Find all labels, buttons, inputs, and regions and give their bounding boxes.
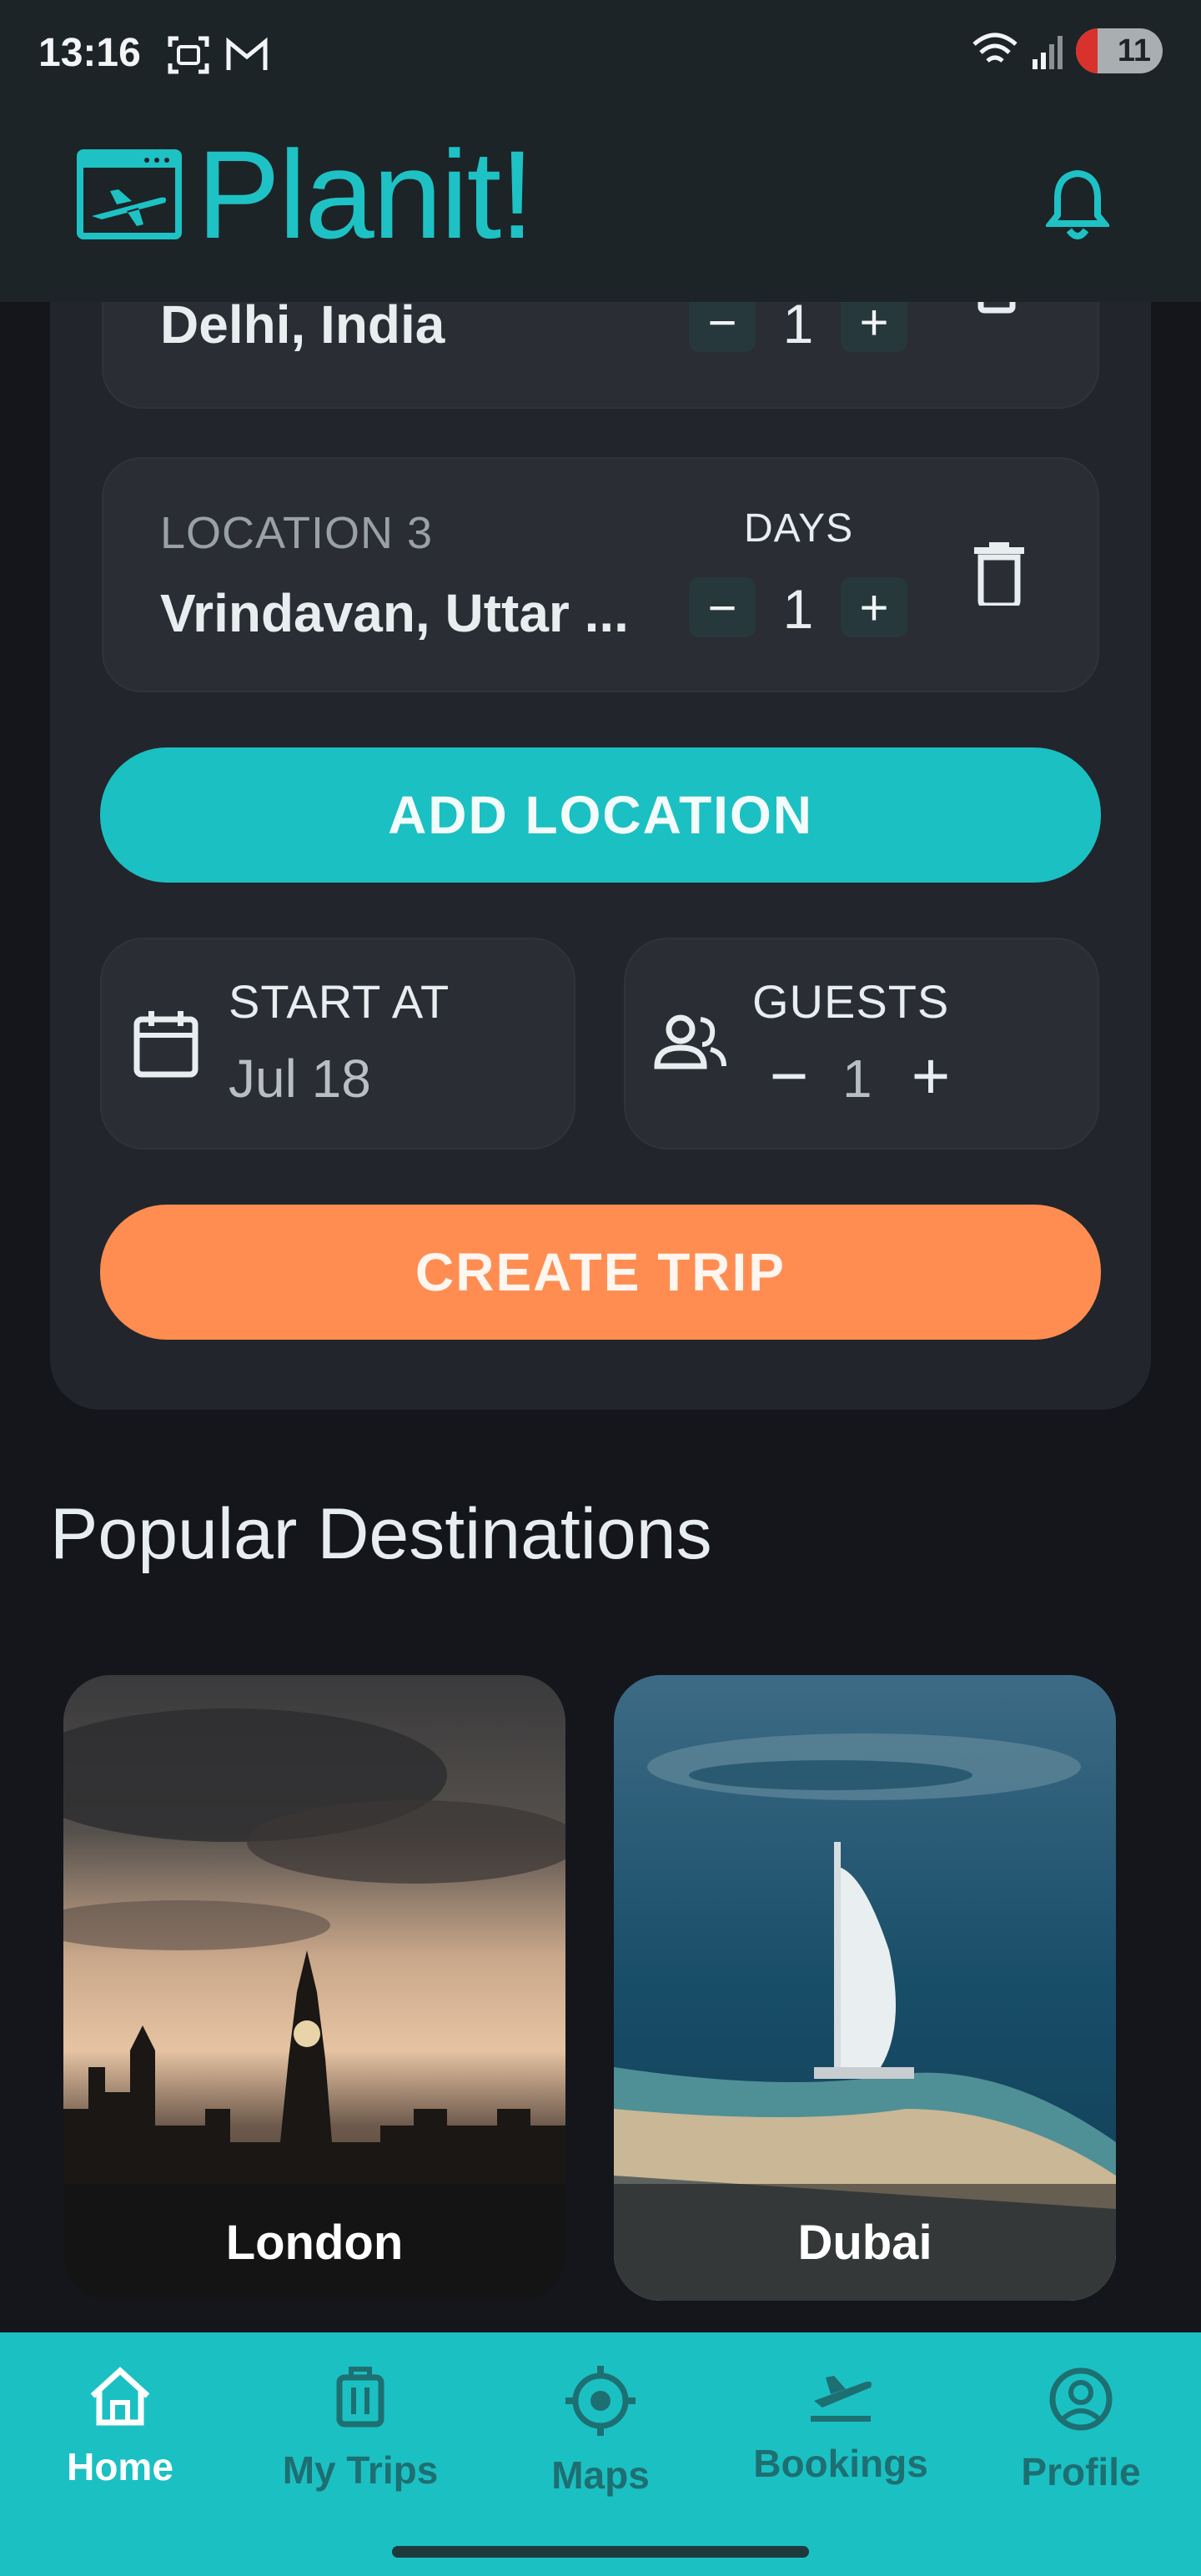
location-3-days-decrement-button[interactable]: − [689,577,756,637]
app-title: Planit! [197,124,535,264]
nav-label: Home [67,2445,173,2488]
destination-name: Dubai [614,2184,1116,2301]
home-icon [90,2367,150,2426]
status-notification-icons [167,33,270,77]
start-at-value: Jul 18 [229,1049,371,1109]
start-at-label: START AT [229,975,450,1028]
delete-icon[interactable] [974,542,1024,610]
app-logo-icon [77,149,182,239]
flight-takeoff-icon [811,2376,872,2422]
location-3-days-value: 1 [782,578,814,640]
guests-decrement-button[interactable]: − [764,1043,814,1109]
nav-label: Profile [1021,2450,1141,2493]
section-title: Popular Destinations [50,1494,712,1574]
location-3-days-increment-button[interactable]: + [841,577,907,637]
nav-label: Bookings [753,2442,928,2485]
status-time: 13:16 [38,31,141,75]
app-logo: Planit! [77,124,535,264]
destination-name: London [63,2184,565,2301]
battery-icon: 11 [1076,28,1163,73]
guests-value: 1 [842,1049,872,1109]
signal-icon [1033,36,1063,69]
people-icon [654,1014,727,1074]
add-location-button[interactable]: ADD LOCATION [100,747,1101,883]
nav-bookings[interactable]: Bookings [741,2366,941,2486]
nav-maps[interactable]: Maps [500,2366,701,2498]
nav-home[interactable]: Home [20,2366,220,2489]
guests-increment-button[interactable]: + [904,1043,957,1109]
nav-label: My Trips [282,2448,439,2492]
luggage-icon [336,2367,384,2428]
guests-label: GUESTS [752,975,950,1028]
location-2-value[interactable]: Delhi, India [160,294,445,355]
notification-bell-icon[interactable] [1043,167,1112,246]
screenshot-icon [168,36,209,74]
create-trip-button[interactable]: CREATE TRIP [100,1205,1101,1340]
target-icon [565,2366,636,2436]
app-header: 13:16 11 Planit! [0,0,1201,302]
location-3-value[interactable]: Vrindavan, Uttar ... [160,582,629,644]
battery-level: 11 [1117,33,1151,68]
gmail-icon [226,37,268,70]
profile-icon [1049,2367,1113,2431]
destination-card-london[interactable]: London [63,1675,565,2301]
days-label: DAYS [744,506,854,551]
destination-card-dubai[interactable]: Dubai [614,1675,1116,2301]
home-indicator[interactable] [392,2546,809,2558]
wifi-icon [972,33,1018,63]
calendar-icon [133,1009,198,1082]
location-card-3 [102,457,1099,692]
nav-profile[interactable]: Profile [981,2366,1181,2494]
nav-label: Maps [551,2453,650,2497]
location-3-label: LOCATION 3 [160,508,434,558]
status-system-icons: 11 [971,28,1163,73]
nav-my-trips[interactable]: My Trips [260,2366,460,2493]
